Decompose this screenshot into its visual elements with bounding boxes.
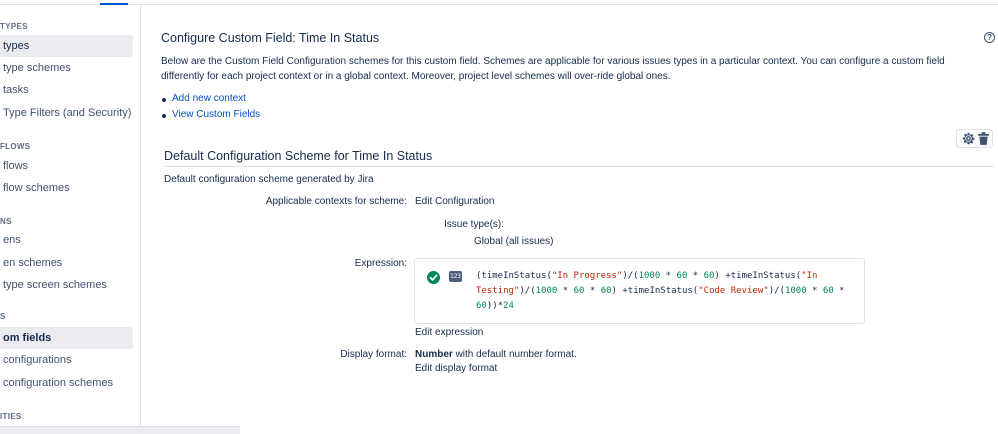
code-number: 60 [600, 286, 612, 296]
sidebar-item-custom-fields[interactable]: om fields [0, 327, 133, 349]
sidebar-heading-fields: S [0, 312, 6, 321]
sidebar-item-types[interactable]: types [0, 35, 133, 57]
code-text: * [687, 271, 704, 281]
issue-types-value: Global (all issues) [474, 236, 554, 247]
add-new-context-link[interactable]: Add new context [172, 93, 246, 104]
admin-sidebar: TYPES types type schemes tasks Type Filt… [0, 5, 141, 434]
edit-expression-link[interactable]: Edit expression [415, 327, 483, 338]
code-text: ) +timeInStatus( [714, 271, 802, 281]
contexts-label: Applicable contexts for scheme: [265, 196, 407, 207]
edit-display-format-link[interactable]: Edit display format [415, 363, 497, 374]
sidebar-item-type-schemes[interactable]: type schemes [0, 57, 133, 79]
code-text: * [833, 286, 851, 296]
trash-icon[interactable] [978, 132, 989, 145]
display-format-type: Number [415, 349, 453, 360]
code-number: 24 [503, 301, 514, 311]
issue-types-label: Issue type(s): [444, 219, 505, 230]
page-title: Configure Custom Field: Time In Status [161, 31, 380, 45]
code-text: )/( [519, 286, 536, 296]
expression-box: 123 (timeInStatus("In Progress")/(1000 *… [414, 258, 865, 324]
code-text: * [584, 286, 601, 296]
page-description: Below are the Custom Field Configuration… [161, 56, 945, 82]
code-text: ))* [486, 301, 504, 311]
edit-configuration-link[interactable]: Edit Configuration [415, 196, 495, 207]
code-number: 60 [703, 271, 715, 281]
sidebar-item-field-configuration-schemes[interactable]: configuration schemes [0, 372, 133, 394]
code-number: 60 [573, 286, 585, 296]
expression-code: (timeInStatus("In Progress")/(1000 * 60 … [476, 269, 856, 314]
code-text: ) +timeInStatus( [611, 286, 699, 296]
list-item: View Custom Fields [161, 107, 260, 123]
check-circle-icon [427, 271, 440, 284]
code-number: 60 [822, 286, 834, 296]
status-tooltip-bar [0, 426, 240, 434]
view-custom-fields-link[interactable]: View Custom Fields [172, 109, 260, 120]
sidebar-item-flows[interactable]: flows [0, 155, 133, 177]
sidebar-item-type-screen-schemes[interactable]: type screen schemes [0, 274, 133, 296]
code-number: 1000 [784, 286, 807, 296]
sidebar-item-flow-schemes[interactable]: flow schemes [0, 177, 133, 199]
sidebar-heading-screens: NS [0, 217, 12, 226]
code-string: "Code Review" [698, 286, 769, 296]
expression-label: Expression: [354, 258, 407, 269]
code-number: 1000 [535, 286, 558, 296]
scheme-tools [956, 129, 993, 148]
code-text: * [660, 271, 677, 281]
code-text: )/( [622, 271, 639, 281]
question-circle-icon[interactable]: ? [984, 32, 995, 43]
sidebar-item-field-configurations[interactable]: configurations [0, 349, 133, 371]
code-text: * [557, 286, 574, 296]
code-number: 1000 [638, 271, 661, 281]
sidebar-heading-types: TYPES [0, 22, 28, 31]
sidebar-heading-flows: FLOWS [0, 142, 31, 151]
action-links-list: Add new context View Custom Fields [161, 91, 260, 123]
code-number: 60 [476, 301, 487, 311]
sidebar-item-tasks[interactable]: tasks [0, 79, 133, 101]
scheme-title: Default Configuration Scheme for Time In… [164, 149, 994, 167]
code-string: "In Progress" [551, 271, 623, 281]
gear-icon[interactable] [962, 132, 975, 145]
sidebar-item-screens[interactable]: ens [0, 229, 133, 251]
code-number: 60 [676, 271, 688, 281]
sidebar-heading-priorities: ITIES [0, 412, 22, 421]
scheme-description: Default configuration scheme generated b… [164, 174, 374, 185]
code-text: (timeInStatus( [476, 271, 552, 281]
display-format-detail: with default number format. [452, 349, 577, 360]
sidebar-item-screen-schemes[interactable]: en schemes [0, 252, 133, 274]
sidebar-item-type-filters[interactable]: Type Filters (and Security) [0, 102, 133, 124]
list-item: Add new context [161, 91, 260, 107]
display-format-value: Number with default number format. [415, 349, 577, 360]
code-text: )/( [768, 286, 785, 296]
number-type-icon: 123 [449, 271, 462, 282]
display-format-label: Display format: [340, 349, 407, 360]
top-navigation-bar [0, 0, 998, 5]
code-text: * [806, 286, 823, 296]
